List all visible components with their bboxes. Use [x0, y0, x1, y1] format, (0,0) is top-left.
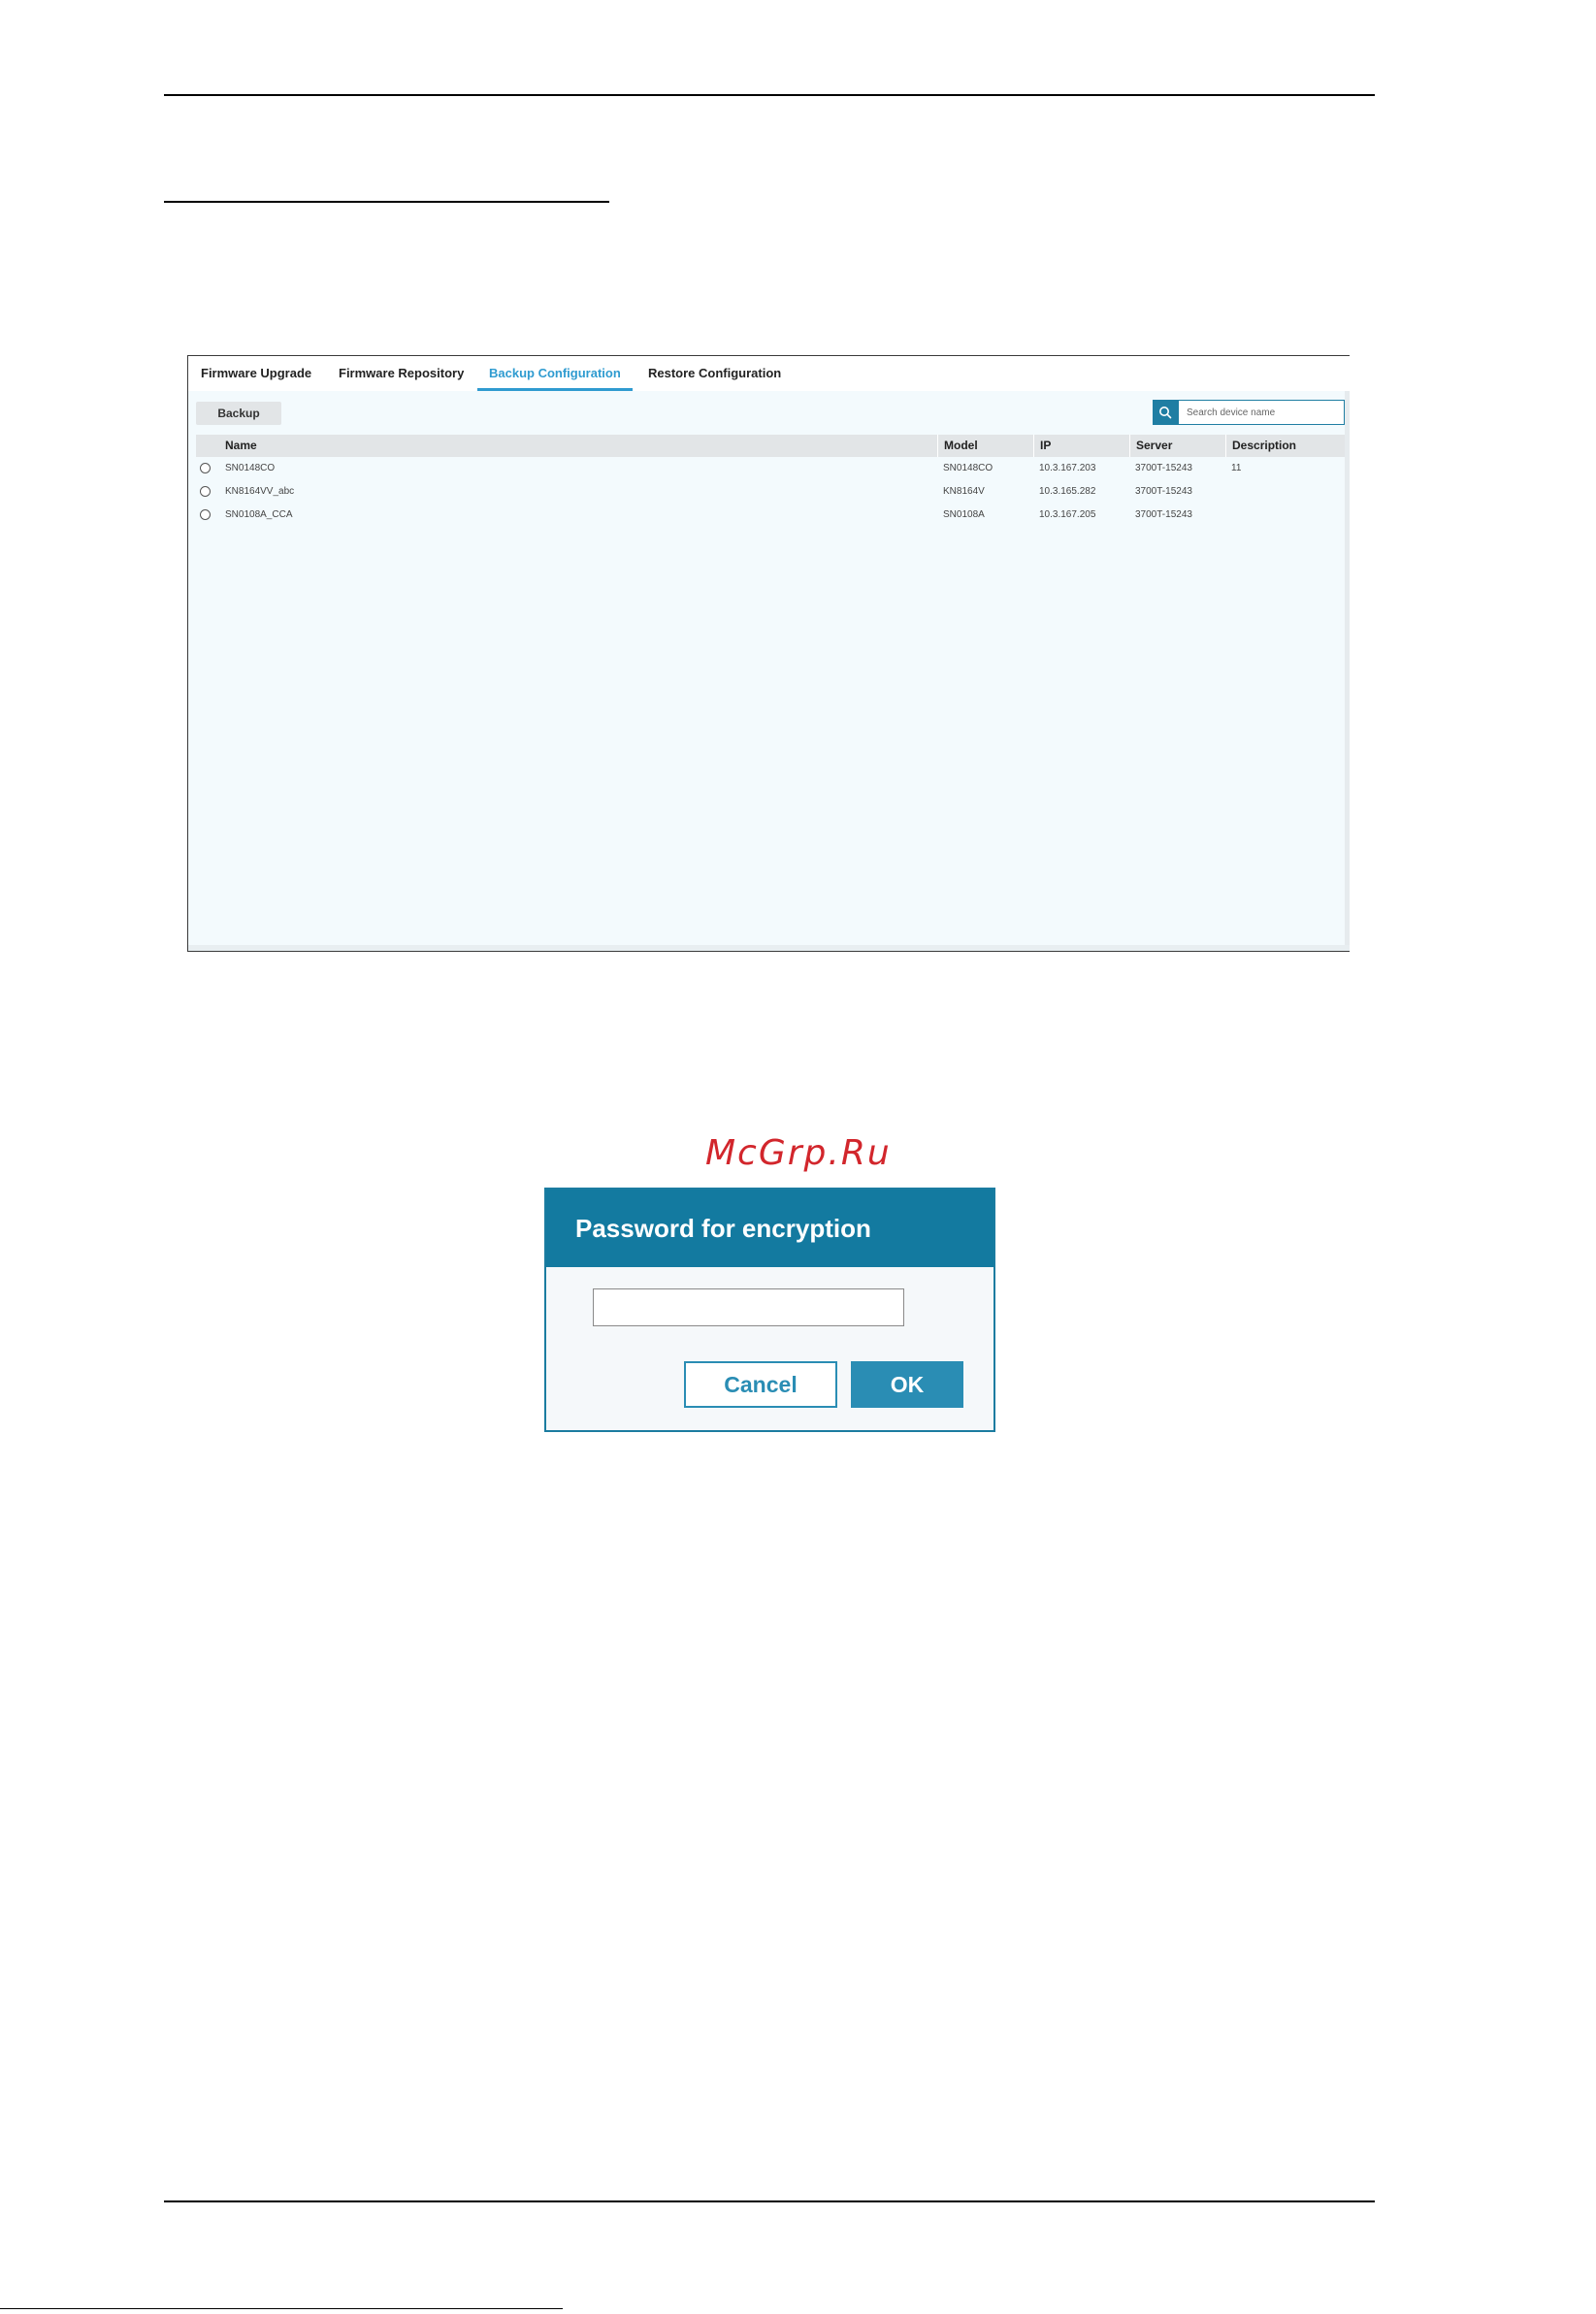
- device-management-panel: Firmware Upgrade Firmware Repository Bac…: [187, 355, 1350, 952]
- search-input[interactable]: [1178, 400, 1345, 425]
- tab-backup-configuration[interactable]: Backup Configuration: [477, 356, 633, 391]
- row-select-radio[interactable]: [200, 463, 211, 473]
- tab-restore-configuration[interactable]: Restore Configuration: [648, 356, 781, 391]
- column-header-ip[interactable]: IP: [1033, 435, 1129, 457]
- cell-description: [1225, 504, 1231, 527]
- cell-model: SN0108A: [943, 509, 985, 520]
- vertical-scrollbar[interactable]: [1345, 391, 1350, 951]
- cell-name: SN0148CO: [225, 463, 276, 473]
- cell-description: 11: [1231, 463, 1242, 473]
- search-icon[interactable]: [1153, 400, 1178, 425]
- top-rule: [164, 94, 1375, 96]
- backup-button[interactable]: Backup: [196, 402, 281, 425]
- cell-ip: 10.3.165.282: [1039, 486, 1096, 497]
- cell-description: [1225, 480, 1231, 504]
- tab-firmware-upgrade[interactable]: Firmware Upgrade: [201, 356, 311, 391]
- cell-ip: 10.3.167.205: [1039, 509, 1096, 520]
- column-header-server[interactable]: Server: [1129, 435, 1225, 457]
- cell-name: KN8164VV_abc: [225, 486, 295, 497]
- row-select-radio[interactable]: [200, 509, 211, 520]
- bottom-rule: [164, 2200, 1375, 2202]
- cell-server: 3700T-15243: [1135, 463, 1192, 473]
- tab-bar: Firmware Upgrade Firmware Repository Bac…: [188, 356, 1350, 391]
- column-header-description[interactable]: Description: [1225, 435, 1342, 457]
- password-input[interactable]: [593, 1288, 904, 1326]
- table-row[interactable]: SN0108A_CCA SN0108A 10.3.167.205 3700T-1…: [196, 504, 1345, 527]
- cell-model: KN8164V: [943, 486, 985, 497]
- panel-footer-bar: [188, 945, 1350, 951]
- cell-server: 3700T-15243: [1135, 509, 1192, 520]
- cell-ip: 10.3.167.203: [1039, 463, 1096, 473]
- footer-rule: [0, 2308, 563, 2309]
- section-heading-underline: [164, 201, 609, 203]
- table-header: Name Model IP Server Description: [196, 435, 1345, 457]
- device-search: [1153, 400, 1345, 425]
- tab-firmware-repository[interactable]: Firmware Repository: [339, 356, 464, 391]
- column-header-name[interactable]: Name: [219, 435, 957, 457]
- dialog-title: Password for encryption: [546, 1190, 993, 1267]
- cancel-button[interactable]: Cancel: [684, 1361, 837, 1408]
- cell-model: SN0148CO: [943, 463, 993, 473]
- watermark-text: McGrp.Ru: [705, 1133, 892, 1173]
- content-area: Backup Name Model IP Server Description …: [188, 391, 1350, 951]
- cell-name: SN0108A_CCA: [225, 509, 293, 520]
- password-dialog: Password for encryption Cancel OK: [544, 1188, 995, 1432]
- column-header-model[interactable]: Model: [937, 435, 1033, 457]
- ok-button[interactable]: OK: [851, 1361, 963, 1408]
- cell-server: 3700T-15243: [1135, 486, 1192, 497]
- table-row[interactable]: SN0148CO SN0148CO 10.3.167.203 3700T-152…: [196, 457, 1345, 480]
- table-row[interactable]: KN8164VV_abc KN8164V 10.3.165.282 3700T-…: [196, 480, 1345, 504]
- device-table: Name Model IP Server Description SN0148C…: [196, 435, 1345, 527]
- row-select-radio[interactable]: [200, 486, 211, 497]
